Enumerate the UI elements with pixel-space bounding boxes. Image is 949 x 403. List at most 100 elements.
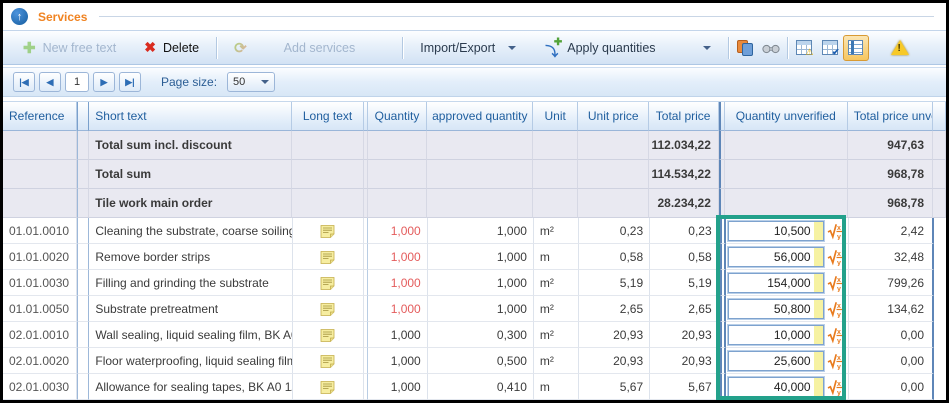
view-tree-button[interactable] xyxy=(843,35,869,61)
quantity-unverified-cell: x y xyxy=(726,322,849,348)
long-text-cell[interactable] xyxy=(293,218,364,244)
unit-cell: m² xyxy=(534,296,579,322)
svg-text:y: y xyxy=(837,286,841,292)
table-row[interactable]: 01.01.0010 Cleaning the substrate, coars… xyxy=(3,218,946,244)
formula-sqrt-xy-icon[interactable]: x y xyxy=(827,300,844,318)
collapse-up-arrow-icon[interactable]: ↑ xyxy=(11,8,28,25)
table-row[interactable]: 02.01.0030 Allowance for sealing tapes, … xyxy=(3,374,946,400)
quantity-unverified-input[interactable] xyxy=(728,377,824,397)
formula-sqrt-xy-icon[interactable]: x y xyxy=(827,222,844,240)
warning-triangle-icon[interactable]: ! xyxy=(891,40,909,55)
short-text-cell: Filling and grinding the substrate xyxy=(89,270,292,296)
quantity-unverified-cell: x y xyxy=(726,374,849,400)
quantity-unverified-input[interactable] xyxy=(728,221,824,241)
table-row[interactable]: 01.01.0030 Filling and grinding the subs… xyxy=(3,270,946,296)
note-icon xyxy=(320,276,335,290)
col-header-unit-price[interactable]: Unit price xyxy=(578,102,649,131)
toolbar-separator xyxy=(402,37,403,59)
long-text-cell[interactable] xyxy=(293,374,364,400)
page-title: Services xyxy=(38,10,87,24)
copy-special-button[interactable] xyxy=(732,35,758,61)
chevron-down-icon xyxy=(261,80,269,84)
long-text-cell[interactable] xyxy=(293,322,364,348)
short-text-cell: Remove border strips xyxy=(89,244,292,270)
approved-quantity-cell: 0,500 xyxy=(428,348,534,374)
quantity-unverified-input[interactable] xyxy=(728,273,824,293)
quantity-cell: 1,000 xyxy=(368,244,428,270)
col-header-total-price[interactable]: Total price xyxy=(649,102,718,131)
col-header-approved-quantity[interactable]: approved quantity xyxy=(427,102,533,131)
toolbar-separator xyxy=(216,37,217,59)
formula-sqrt-xy-icon[interactable]: x y xyxy=(827,326,844,344)
quantity-unverified-input[interactable] xyxy=(728,247,824,267)
col-header-total-price-unverified[interactable]: Total price unverified xyxy=(848,102,933,131)
view-verified-button[interactable]: ✔ xyxy=(817,35,843,61)
last-page-button[interactable]: ▶| xyxy=(119,72,141,92)
table-header-row: Reference Short text Long text Quantity … xyxy=(3,101,946,131)
formula-sqrt-xy-icon[interactable]: x y xyxy=(827,378,844,396)
import-export-button[interactable]: Import/Export xyxy=(406,35,530,61)
unit-price-cell: 20,93 xyxy=(579,348,650,374)
col-header-unit[interactable]: Unit xyxy=(533,102,578,131)
col-header-short-text[interactable]: Short text xyxy=(89,102,292,131)
quantity-unverified-input[interactable] xyxy=(728,351,824,371)
svg-text:y: y xyxy=(837,338,841,344)
formula-sqrt-xy-icon[interactable]: x y xyxy=(827,352,844,370)
total-price-unverified-cell: 32,48 xyxy=(849,244,934,270)
long-text-cell[interactable] xyxy=(293,296,364,322)
formula-sqrt-xy-icon[interactable]: x y xyxy=(827,248,844,266)
toolbar-separator xyxy=(787,37,788,59)
table-row[interactable]: 02.01.0020 Floor waterproofing, liquid s… xyxy=(3,348,946,374)
quantity-cell: 1,000 xyxy=(368,322,428,348)
total-price-unverified-cell: 134,62 xyxy=(849,296,934,322)
quantity-unverified-input[interactable] xyxy=(728,325,824,345)
short-text-cell: Substrate pretreatment xyxy=(89,296,292,322)
long-text-cell[interactable] xyxy=(293,244,364,270)
col-header-long-text[interactable]: Long text xyxy=(292,102,363,131)
reference-cell: 02.01.0020 xyxy=(3,348,77,374)
unit-price-cell: 5,19 xyxy=(579,270,650,296)
import-export-label: Import/Export xyxy=(420,41,495,55)
reference-cell: 01.01.0020 xyxy=(3,244,77,270)
total-price-cell: 0,58 xyxy=(650,244,720,270)
pagination-bar: |◀ ◀ 1 ▶ ▶| Page size: 50 xyxy=(3,67,946,97)
summary-total-price: 112.034,22 xyxy=(649,131,718,160)
page-size-select[interactable]: 50 xyxy=(227,72,275,92)
view-unverified-button[interactable]: ⚠ xyxy=(791,35,817,61)
delete-x-icon: ✖ xyxy=(144,39,156,56)
new-free-text-button: ✚ New free text xyxy=(9,35,130,61)
delete-button[interactable]: ✖ Delete xyxy=(130,35,213,61)
long-text-cell[interactable] xyxy=(293,270,364,296)
note-icon xyxy=(320,328,335,342)
quantity-unverified-input[interactable] xyxy=(728,299,824,319)
svg-text:y: y xyxy=(837,364,841,370)
page-number-input[interactable]: 1 xyxy=(65,72,89,92)
table-warning-icon: ⚠ xyxy=(796,40,812,55)
note-icon xyxy=(320,224,335,238)
formula-sqrt-xy-icon[interactable]: x y xyxy=(827,274,844,292)
col-header-quantity-unverified[interactable]: Quantity unverified xyxy=(725,102,848,131)
new-free-text-label: New free text xyxy=(43,41,117,55)
quantity-unverified-cell: x y xyxy=(726,244,849,270)
apply-quantities-button[interactable]: ⤵✚ Apply quantities xyxy=(530,35,724,61)
table-row[interactable]: 01.01.0020 Remove border strips 1,000 1,… xyxy=(3,244,946,270)
total-price-cell: 0,23 xyxy=(650,218,720,244)
column-splitter[interactable] xyxy=(77,102,89,131)
col-header-reference[interactable]: Reference xyxy=(3,102,77,131)
apply-quantities-icon: ⤵✚ xyxy=(544,40,560,56)
col-header-quantity[interactable]: Quantity xyxy=(368,102,428,131)
first-page-button[interactable]: |◀ xyxy=(13,72,35,92)
prev-page-button[interactable]: ◀ xyxy=(39,72,61,92)
next-page-button[interactable]: ▶ xyxy=(93,72,115,92)
plus-icon: ✚ xyxy=(23,39,36,57)
page-size-label: Page size: xyxy=(161,75,217,89)
preview-button[interactable] xyxy=(758,35,784,61)
page-size-value: 50 xyxy=(233,76,245,88)
long-text-cell[interactable] xyxy=(293,348,364,374)
unit-cell: m² xyxy=(534,322,579,348)
summary-label: Total sum incl. discount xyxy=(89,131,292,160)
summary-row: Tile work main order 28.234,22 968,78 xyxy=(3,189,946,218)
quantity-unverified-cell: x y xyxy=(726,348,849,374)
table-row[interactable]: 02.01.0010 Wall sealing, liquid sealing … xyxy=(3,322,946,348)
table-row[interactable]: 01.01.0050 Substrate pretreatment 1,000 … xyxy=(3,296,946,322)
